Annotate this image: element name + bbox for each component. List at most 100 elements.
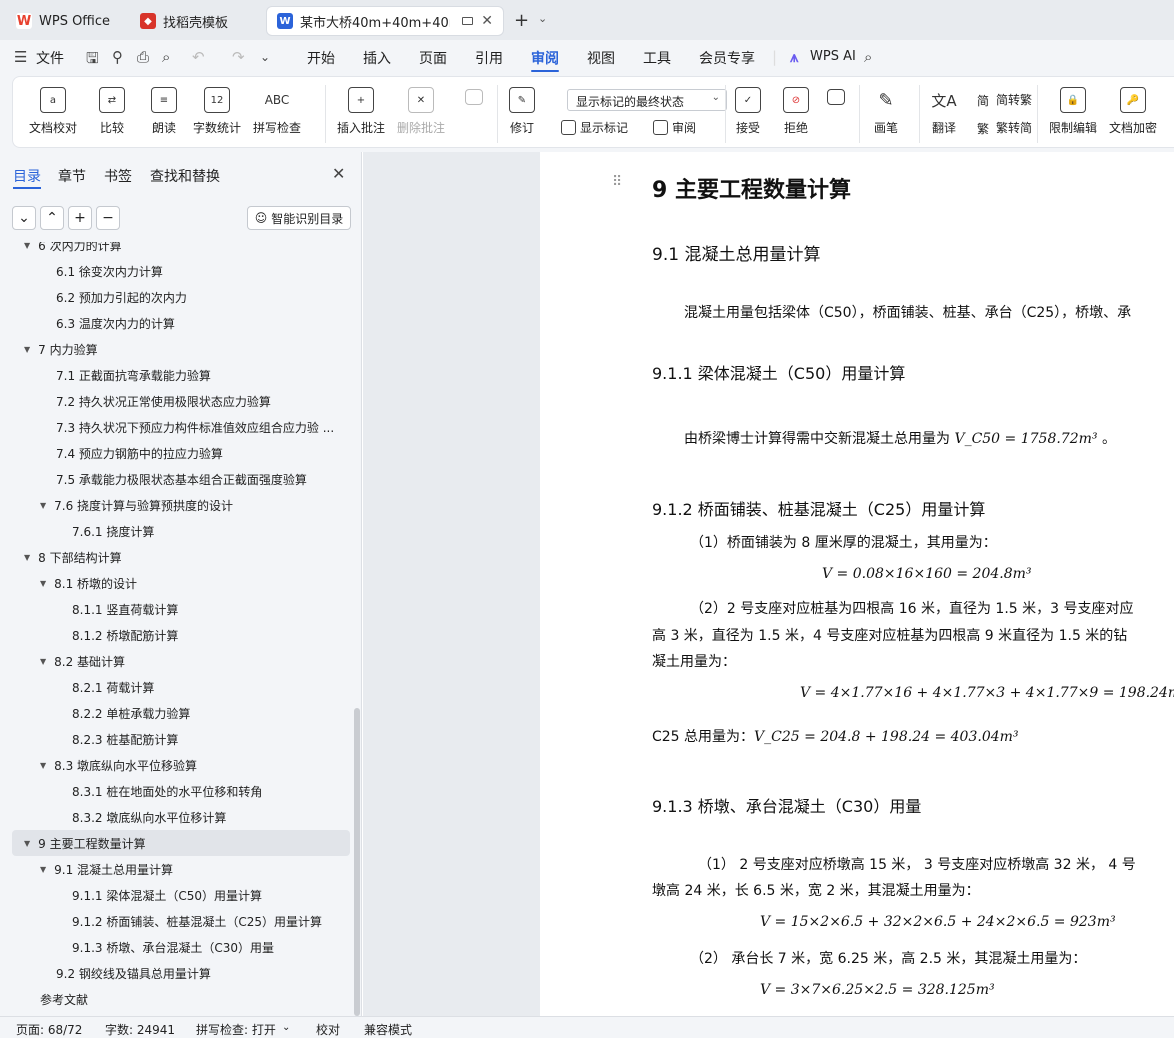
toc-item[interactable]: ▼ 8.1 桥墩的设计 <box>40 570 137 596</box>
pane-tab-bookmarks[interactable]: 书签 <box>104 166 132 186</box>
toc-item[interactable]: 7.1 正截面抗弯承载能力验算 <box>40 362 211 388</box>
print-preview-icon[interactable]: ⌕ <box>162 48 170 66</box>
menu-wps-ai[interactable]: WPS AI <box>810 49 856 64</box>
track-changes-button[interactable]: ✎ 修订 <box>509 77 535 136</box>
to-traditional-button[interactable]: 简简转繁 <box>977 91 1032 108</box>
ink-button[interactable]: ✎ 画笔 <box>873 77 899 136</box>
expand-triangle-icon[interactable]: ▼ <box>40 579 46 588</box>
read-aloud-button[interactable]: ≡ 朗读 <box>151 77 177 136</box>
toc-item[interactable]: ▼ 6 次内力的计算 <box>24 242 122 258</box>
menu-file[interactable]: 文件 <box>36 48 64 68</box>
expand-triangle-icon[interactable]: ▼ <box>40 657 46 666</box>
add-heading-button[interactable]: + <box>68 206 92 230</box>
share-icon[interactable]: ⚲ <box>112 48 123 66</box>
menu-insert[interactable]: 插入 <box>363 48 391 68</box>
prev-comment-button[interactable] <box>465 77 483 111</box>
insert-comment-button[interactable]: + 插入批注 <box>337 77 385 136</box>
delete-comment-button[interactable]: ✕ 删除批注 <box>397 77 445 136</box>
toc-item[interactable]: ▼ 8.2 基础计算 <box>40 648 125 674</box>
toc-scrollbar[interactable] <box>354 708 360 1016</box>
monitor-icon[interactable] <box>462 17 473 25</box>
word-count-indicator[interactable]: 字数: 24941 <box>105 1021 175 1038</box>
menu-home[interactable]: 开始 <box>307 48 335 68</box>
restrict-edit-button[interactable]: 🔒 限制编辑 <box>1049 77 1097 136</box>
drag-handle-icon[interactable]: ⠿ <box>612 174 622 190</box>
menu-view[interactable]: 视图 <box>587 48 615 68</box>
reject-button[interactable]: ⊘ 拒绝 <box>783 77 809 136</box>
toc-item[interactable]: 7.5 承载能力极限状态基本组合正截面强度验算 <box>40 466 307 492</box>
toc-item[interactable]: ▼ 8 下部结构计算 <box>24 544 122 570</box>
show-markup-button[interactable]: 显示标记 <box>561 119 628 136</box>
expand-triangle-icon[interactable]: ▼ <box>40 865 46 874</box>
expand-triangle-icon[interactable]: ▼ <box>40 761 46 770</box>
remove-heading-button[interactable]: − <box>96 206 120 230</box>
toc-item[interactable]: ▼ 9 主要工程数量计算 <box>12 830 350 856</box>
menu-references[interactable]: 引用 <box>475 48 503 68</box>
chevron-down-icon[interactable]: ⌄ <box>538 12 547 25</box>
toc-item[interactable]: 9.1.1 梁体混凝土（C50）用量计算 <box>56 882 262 908</box>
undo-icon[interactable]: ↶ <box>192 48 205 66</box>
close-icon[interactable]: ✕ <box>332 164 345 183</box>
document-page[interactable]: ⠿ 9 主要工程数量计算 9.1 混凝土总用量计算 混凝土用量包括梁体（C50）… <box>540 152 1174 1016</box>
toc-item[interactable]: 8.1.2 桥墩配筋计算 <box>56 622 178 648</box>
toc-item[interactable]: 8.2.1 荷载计算 <box>56 674 154 700</box>
toc-item[interactable]: 9.1.2 桥面铺装、桩基混凝土（C25）用量计算 <box>56 908 322 934</box>
compare-button[interactable]: ⇄ 比较 <box>99 77 125 136</box>
toc-item[interactable]: 8.1.1 竖直荷载计算 <box>56 596 178 622</box>
menu-member[interactable]: 会员专享 <box>699 48 755 68</box>
toc-item[interactable]: 8.3.1 桩在地面处的水平位移和转角 <box>56 778 262 804</box>
close-icon[interactable]: ✕ <box>481 13 493 29</box>
pane-tab-toc[interactable]: 目录 <box>13 166 41 186</box>
toc-item[interactable]: 参考文献 <box>24 986 88 1012</box>
wps-ai-icon[interactable]: ⩚ <box>790 48 798 66</box>
proof-indicator[interactable]: 校对 <box>316 1021 340 1038</box>
save-icon[interactable]: 🖫 <box>86 48 99 73</box>
menu-review[interactable]: 审阅 <box>531 48 559 68</box>
spell-check-indicator[interactable]: 拼写检查: 打开 <box>196 1021 276 1038</box>
collapse-down-button[interactable]: ⌄ <box>12 206 36 230</box>
expand-triangle-icon[interactable]: ▼ <box>24 839 30 848</box>
prev-change-button[interactable] <box>827 77 845 111</box>
menu-tools[interactable]: 工具 <box>643 48 671 68</box>
toc-item[interactable]: 6.2 预加力引起的次内力 <box>40 284 187 310</box>
search-icon[interactable]: ⌕ <box>864 48 872 66</box>
tab-document[interactable]: W 某市大桥40m+40m+40m+40 ✕ <box>266 6 504 36</box>
accept-button[interactable]: ✓ 接受 <box>735 77 761 136</box>
expand-triangle-icon[interactable]: ▼ <box>24 553 30 562</box>
spell-check-button[interactable]: ABC 拼写检查 <box>253 77 301 136</box>
encrypt-button[interactable]: 🔑 文档加密 <box>1109 77 1157 136</box>
toc-item[interactable]: 7.4 预应力钢筋中的拉应力验算 <box>40 440 223 466</box>
tab-docer-templates[interactable]: ◆ 找稻壳模板 <box>130 6 260 36</box>
print-icon[interactable]: ⎙ <box>137 48 149 66</box>
toc-item[interactable]: ▼ 9.1 混凝土总用量计算 <box>40 856 173 882</box>
expand-triangle-icon[interactable]: ▼ <box>40 501 46 510</box>
proofread-button[interactable]: a 文档校对 <box>29 77 77 136</box>
pane-tab-sections[interactable]: 章节 <box>58 166 86 186</box>
toc-item[interactable]: 8.3.2 墩底纵向水平位移计算 <box>56 804 226 830</box>
to-simplified-button[interactable]: 繁繁转简 <box>977 119 1032 136</box>
expand-triangle-icon[interactable]: ▼ <box>24 242 30 250</box>
toc-item[interactable]: 8.2.3 桩基配筋计算 <box>56 726 178 752</box>
hamburger-icon[interactable]: ☰ <box>14 48 27 66</box>
toc-item[interactable]: ▼ 8.3 墩底纵向水平位移验算 <box>40 752 197 778</box>
collapse-up-button[interactable]: ⌃ <box>40 206 64 230</box>
display-state-select[interactable]: 显示标记的最终状态 ⌄ <box>567 89 727 111</box>
chevron-down-icon[interactable]: ⌄ <box>282 1022 290 1033</box>
toc-item[interactable]: 6.3 温度次内力的计算 <box>40 310 175 336</box>
toc-item[interactable]: 7.2 持久状况正常使用极限状态应力验算 <box>40 388 271 414</box>
toc-item[interactable]: 9.1.3 桥墩、承台混凝土（C30）用量 <box>56 934 274 960</box>
toc-item[interactable]: 7.3 持久状况下预应力构件标准值效应组合应力验 ... <box>40 414 334 440</box>
toc-item[interactable]: 7.6.1 挠度计算 <box>56 518 154 544</box>
word-count-button[interactable]: 12 字数统计 <box>193 77 241 136</box>
redo-icon[interactable]: ↷ <box>232 48 245 66</box>
menu-page[interactable]: 页面 <box>419 48 447 68</box>
toc-item[interactable]: ▼ 7 内力验算 <box>24 336 98 362</box>
expand-triangle-icon[interactable]: ▼ <box>24 345 30 354</box>
tab-wps-office[interactable]: W WPS Office <box>6 6 124 36</box>
toc-item[interactable]: 9.2 钢绞线及锚具总用量计算 <box>40 960 211 986</box>
toc-item[interactable]: 6.1 徐变次内力计算 <box>40 258 163 284</box>
smart-toc-button[interactable]: ☺ 智能识别目录 <box>247 206 351 230</box>
translate-button[interactable]: 文A 翻译 <box>931 77 957 136</box>
chevron-down-icon[interactable]: ⌄ <box>260 50 270 64</box>
pane-tab-find-replace[interactable]: 查找和替换 <box>150 166 220 186</box>
